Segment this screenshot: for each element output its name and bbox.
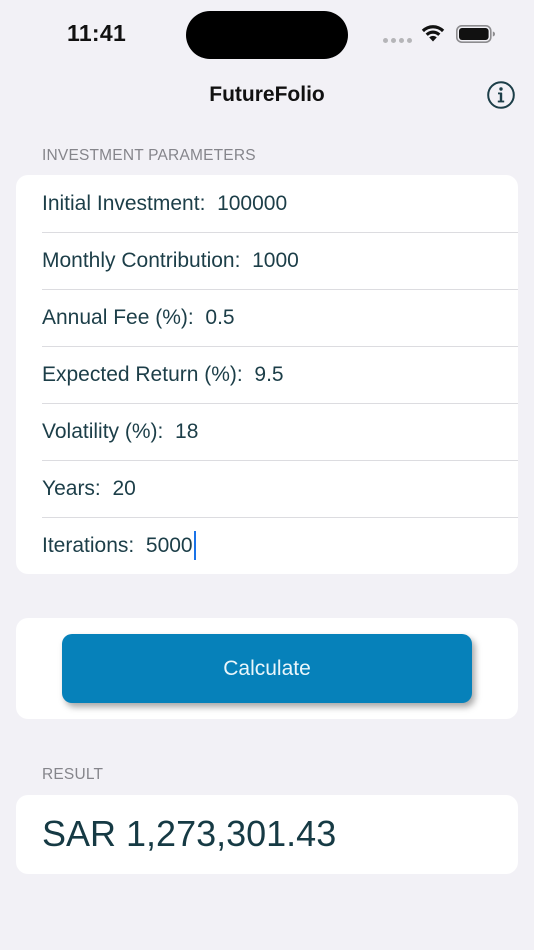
iterations-field[interactable]: Iterations: 5000 — [16, 517, 518, 574]
expected-return-field[interactable]: Expected Return (%): 9.5 — [16, 346, 518, 403]
page-title: FutureFolio — [209, 83, 325, 106]
text-cursor — [193, 531, 196, 560]
field-value: 0.5 — [205, 305, 235, 329]
result-section-header: RESULT — [42, 766, 104, 783]
initial-investment-field[interactable]: Initial Investment: 100000 — [16, 175, 518, 232]
calculate-button[interactable]: Calculate — [62, 634, 472, 703]
cellular-signal-icon — [383, 38, 413, 44]
navigation-bar: FutureFolio — [0, 70, 534, 120]
dynamic-island — [186, 11, 348, 59]
field-value: 5000 — [145, 533, 193, 557]
status-time: 11:41 — [67, 20, 127, 46]
volatility-field[interactable]: Volatility (%): 18 — [16, 403, 518, 460]
field-value: 9.5 — [254, 362, 284, 386]
field-value: 100000 — [217, 191, 288, 215]
battery-icon — [456, 24, 495, 43]
field-value: 20 — [112, 476, 136, 500]
field-label: Initial Investment: — [42, 191, 218, 215]
annual-fee-field[interactable]: Annual Fee (%): 0.5 — [16, 289, 518, 346]
wifi-icon — [421, 25, 445, 42]
field-label: Iterations: — [42, 533, 146, 557]
status-bar: 11:41 — [0, 0, 534, 70]
result-card: SAR 1,273,301.43 — [16, 795, 518, 874]
result-value: SAR 1,273,301.43 — [42, 813, 337, 854]
parameters-card: Initial Investment: 100000 Monthly Contr… — [16, 175, 518, 574]
field-label: Expected Return (%): — [42, 362, 255, 386]
info-icon[interactable] — [486, 80, 516, 110]
calculate-card: Calculate — [16, 618, 518, 719]
field-label: Monthly Contribution: — [42, 248, 253, 272]
field-value: 1000 — [252, 248, 299, 272]
years-field[interactable]: Years: 20 — [16, 460, 518, 517]
field-label: Volatility (%): — [42, 419, 176, 443]
field-label: Annual Fee (%): — [42, 305, 206, 329]
field-label: Years: — [42, 476, 113, 500]
monthly-contribution-field[interactable]: Monthly Contribution: 1000 — [16, 232, 518, 289]
parameters-section-header: INVESTMENT PARAMETERS — [42, 147, 256, 164]
field-value: 18 — [175, 419, 199, 443]
